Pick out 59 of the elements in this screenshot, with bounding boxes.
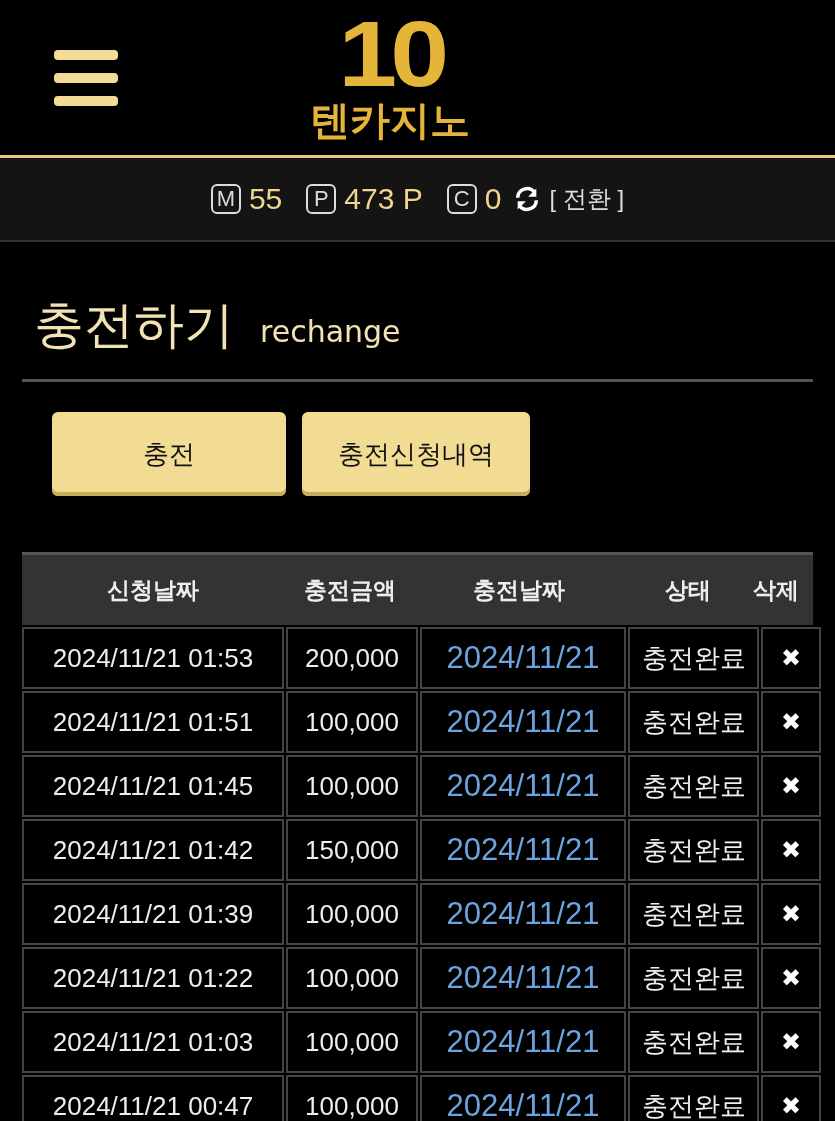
table-cell: 100,000 [286, 947, 418, 1009]
column-header: 충전날짜 [472, 575, 566, 605]
date-link[interactable]: 2024/11/21 [420, 755, 626, 817]
balance-badge: C [446, 184, 477, 214]
delete-button[interactable]: ✖ [761, 883, 821, 945]
balance-value: 0 [484, 182, 502, 216]
table-cell: 2024/11/21 00:47 [22, 1075, 284, 1121]
table-cell: 100,000 [286, 1075, 418, 1121]
status-cell: 충전완료 [628, 947, 759, 1009]
balance-badge: M [210, 184, 241, 214]
date-link[interactable]: 2024/11/21 [420, 883, 626, 945]
date-link[interactable]: 2024/11/21 [420, 947, 626, 1009]
table-cell: 2024/11/21 01:42 [22, 819, 284, 881]
balance-badge: P [306, 184, 337, 214]
switch-link[interactable]: [ 전환 ] [549, 183, 625, 215]
date-link[interactable]: 2024/11/21 [420, 1075, 626, 1121]
column-header: 상태 [663, 575, 712, 605]
table-cell: 100,000 [286, 883, 418, 945]
date-link[interactable]: 2024/11/21 [420, 627, 626, 689]
status-cell: 충전완료 [628, 1011, 759, 1073]
status-cell: 충전완료 [628, 883, 759, 945]
delete-button[interactable]: ✖ [761, 1075, 821, 1121]
table-cell: 2024/11/21 01:39 [22, 883, 284, 945]
delete-button[interactable]: ✖ [761, 755, 821, 817]
status-cell: 충전완료 [628, 755, 759, 817]
column-header: 충전금액 [303, 575, 397, 605]
table-cell: 100,000 [286, 1011, 418, 1073]
table-cell: 150,000 [286, 819, 418, 881]
table-cell: 2024/11/21 01:45 [22, 755, 284, 817]
delete-button[interactable]: ✖ [761, 1011, 821, 1073]
date-link[interactable]: 2024/11/21 [420, 819, 626, 881]
date-link[interactable]: 2024/11/21 [420, 691, 626, 753]
delete-button[interactable]: ✖ [761, 947, 821, 1009]
delete-button[interactable]: ✖ [761, 819, 821, 881]
table-cell: 100,000 [286, 691, 418, 753]
status-cell: 충전완료 [628, 691, 759, 753]
date-link[interactable]: 2024/11/21 [420, 1011, 626, 1073]
page-subtitle: rechange [260, 314, 401, 349]
column-header: 삭제 [753, 575, 800, 605]
table-cell: 2024/11/21 01:53 [22, 627, 284, 689]
balance-value: 55 [248, 182, 283, 216]
table-cell: 2024/11/21 01:51 [22, 691, 284, 753]
table-cell: 2024/11/21 01:22 [22, 947, 284, 1009]
status-cell: 충전완료 [628, 627, 759, 689]
menu-icon[interactable] [54, 49, 118, 106]
table-cell: 2024/11/21 01:03 [22, 1011, 284, 1073]
status-cell: 충전완료 [628, 1075, 759, 1121]
delete-button[interactable]: ✖ [761, 627, 821, 689]
table-cell: 200,000 [286, 627, 418, 689]
column-header: 신청날짜 [106, 575, 200, 605]
logo-name: 텐카지노 [310, 95, 470, 144]
page-title: 충전하기 [34, 295, 234, 356]
delete-button[interactable]: ✖ [761, 691, 821, 753]
tab-button[interactable]: 충전신청내역 [302, 412, 530, 496]
tab-button[interactable]: 충전 [52, 412, 286, 496]
table-cell: 100,000 [286, 755, 418, 817]
status-cell: 충전완료 [628, 819, 759, 881]
logo-number: 10 [338, 11, 442, 96]
balance-value: 473 P [344, 182, 423, 216]
